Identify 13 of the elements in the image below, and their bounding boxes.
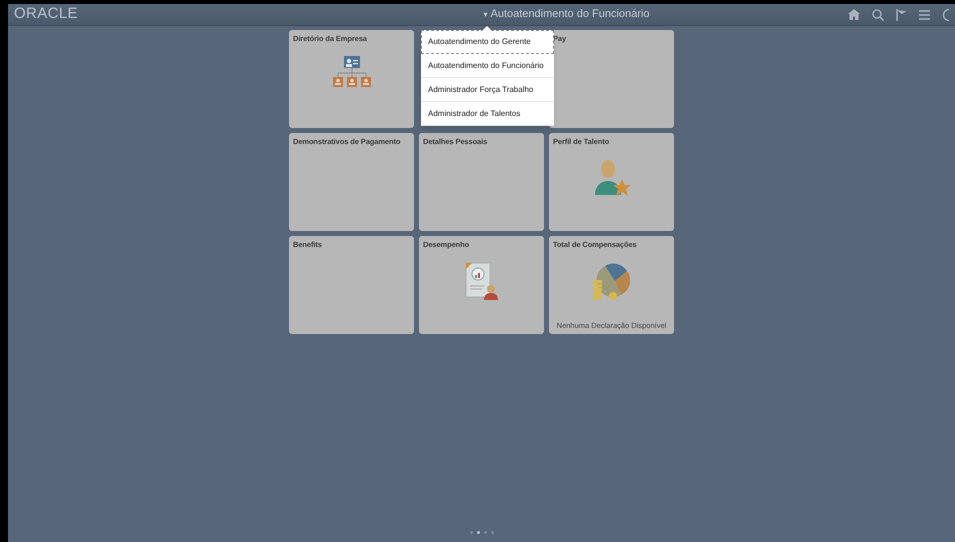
caret-icon: ▾ [484,8,488,20]
menu-item[interactable]: Autoatendimento do Funcionário [421,54,554,78]
logo: ORACLE [14,4,79,24]
pie-chart-coins-icon [590,262,632,302]
menu-item[interactable]: Autoatendimento do Gerente [421,30,554,54]
search-icon[interactable] [872,8,884,20]
flag-icon[interactable] [896,8,907,20]
menu-item[interactable]: Administrador de Talentos [421,102,554,126]
role-title: Autoatendimento do Funcionário [490,7,650,22]
role-dropdown[interactable]: ▾ Autoatendimento do Funcionário [484,6,650,23]
menu-icon[interactable] [919,10,930,20]
home-icon[interactable] [848,9,860,20]
menu-item[interactable]: Administrador Força Trabalho [421,78,554,102]
